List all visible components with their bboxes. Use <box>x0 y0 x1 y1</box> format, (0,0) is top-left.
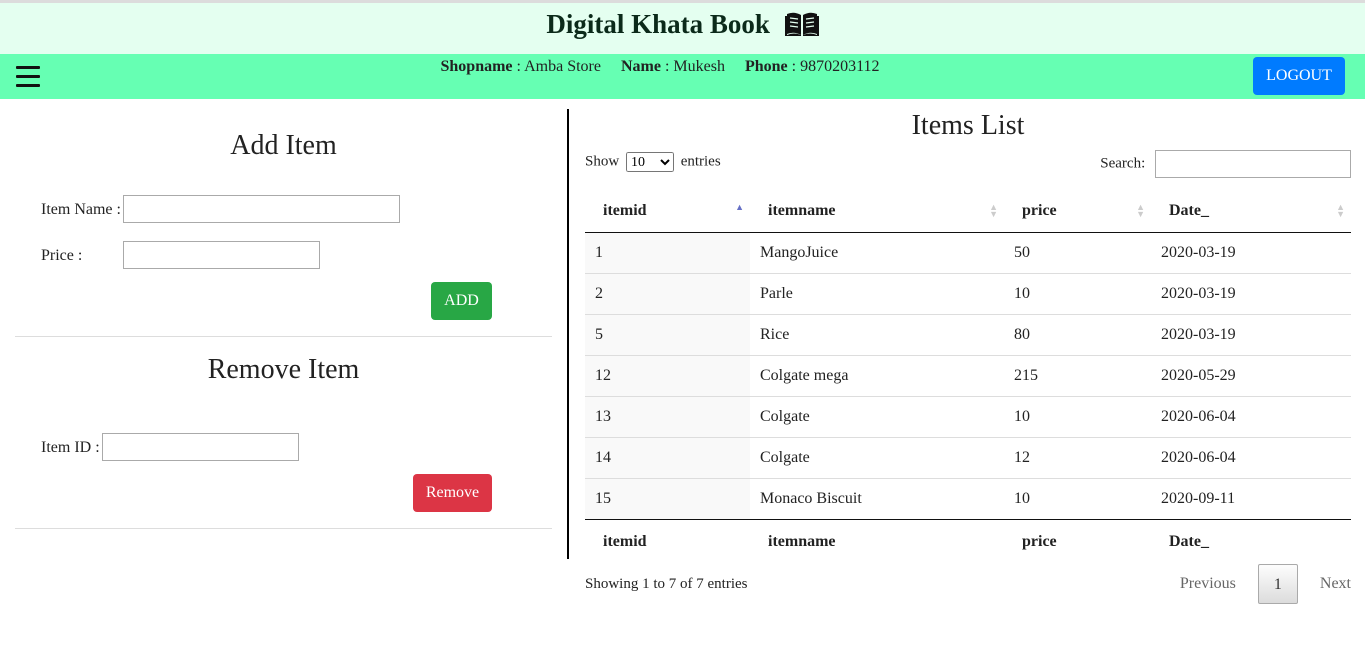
column-header-itemid[interactable]: itemid ▲ <box>585 190 750 233</box>
cell-price: 10 <box>1004 273 1151 315</box>
cell-date: 2020-06-04 <box>1151 396 1351 438</box>
cell-itemname: Monaco Biscuit <box>760 490 862 507</box>
price-label: Price : <box>41 247 83 264</box>
phone-label: Phone <box>744 58 788 75</box>
add-button[interactable]: ADD <box>431 282 492 320</box>
pagination: Previous 1 Next <box>1162 564 1351 604</box>
panel-divider <box>567 109 569 559</box>
cell-price: 50 <box>1004 232 1151 274</box>
next-button[interactable]: Next <box>1302 575 1351 593</box>
table-info: Showing 1 to 7 of 7 entries <box>585 576 748 592</box>
cell-itemid: 1 <box>585 232 750 274</box>
cell-itemname: Colgate <box>750 437 1004 479</box>
cell-itemname: Colgate mega <box>750 355 1004 397</box>
cell-itemid: 15 <box>585 478 750 520</box>
search-label: Search: <box>1100 155 1146 172</box>
footer-itemid: itemid <box>585 519 750 564</box>
cell-itemname: Colgate <box>750 396 1004 438</box>
cell-date: 2020-06-04 <box>1151 437 1351 479</box>
name-value: Mukesh <box>673 58 725 75</box>
previous-button[interactable]: Previous <box>1162 575 1254 593</box>
shopname-value: Amba Store <box>524 58 601 75</box>
item-id-input[interactable] <box>102 433 299 461</box>
phone-value: 9870203112 <box>800 58 880 75</box>
sort-icon: ▲ ▼ <box>989 202 998 219</box>
right-panel: Items List Show 10 entries Search: itemi… <box>585 110 1351 650</box>
sort-icon: ▲ ▼ <box>1336 202 1345 219</box>
section-separator <box>15 336 552 337</box>
navbar: Shopname : Amba Store Name : Mukesh Phon… <box>0 54 1365 99</box>
cell-date: 2020-03-19 <box>1151 314 1351 356</box>
page-button-current[interactable]: 1 <box>1257 564 1298 604</box>
table-row: 14 Colgate 12 2020-06-04 <box>585 437 1351 479</box>
table-row: 13 Colgate 10 2020-06-04 <box>585 396 1351 438</box>
column-header-date[interactable]: Date_ ▲ ▼ <box>1151 190 1351 233</box>
table-row: 1 MangoJuice 50 2020-03-19 <box>585 232 1351 274</box>
cell-itemname: Parle <box>750 273 1004 315</box>
entries-select[interactable]: 10 <box>625 152 674 172</box>
entries-label: entries <box>680 153 721 170</box>
column-header-price[interactable]: price ▲ ▼ <box>1004 190 1151 233</box>
cell-itemid: 13 <box>585 396 750 438</box>
entries-length: Show 10 entries <box>585 152 721 172</box>
table-row: 5 Rice 80 2020-03-19 <box>585 314 1351 356</box>
table-row: 12 Colgate mega 215 2020-05-29 <box>585 355 1351 397</box>
shop-info: Shopname : Amba Store Name : Mukesh Phon… <box>440 58 880 75</box>
cell-itemname: Rice <box>750 314 1004 356</box>
footer-date: Date_ <box>1151 519 1351 564</box>
column-header-itemname[interactable]: itemname ▲ ▼ <box>750 190 1004 233</box>
cell-price: 215 <box>1004 355 1151 397</box>
search-box: Search: <box>1100 150 1351 178</box>
table-row: 2 Parle 10 2020-03-19 <box>585 273 1351 315</box>
cell-price: 10 <box>1004 396 1151 438</box>
items-list-title: Items List <box>911 110 1025 141</box>
open-book-icon <box>784 12 819 36</box>
item-id-label: Item ID : <box>41 439 100 456</box>
cell-itemid: 14 <box>585 437 750 479</box>
footer-price: price <box>1004 519 1151 564</box>
table-header-row: itemid ▲ itemname ▲ ▼ price ▲ ▼ Date_ ▲ ▼ <box>585 190 1351 233</box>
cell-price: 80 <box>1004 314 1151 356</box>
cell-itemid: 5 <box>585 314 750 356</box>
section-separator <box>15 528 552 529</box>
cell-itemname: MangoJuice <box>750 232 1004 274</box>
shopname-label: Shopname <box>440 58 513 75</box>
price-input[interactable] <box>123 241 320 269</box>
cell-date: 2020-03-19 <box>1151 273 1351 315</box>
add-item-title: Add Item <box>230 130 337 161</box>
cell-price: 10 <box>1014 490 1030 507</box>
cell-itemid: 12 <box>585 355 750 397</box>
table-footer-row: itemid itemname price Date_ <box>585 519 1351 564</box>
search-input[interactable] <box>1155 150 1351 178</box>
remove-button[interactable]: Remove <box>413 474 492 512</box>
app-title: Digital Khata Book <box>546 9 819 40</box>
logout-button[interactable]: LOGOUT <box>1253 57 1345 95</box>
cell-date: 2020-05-29 <box>1151 355 1351 397</box>
cell-price: 12 <box>1004 437 1151 479</box>
table-row: 15 Monaco Biscuit 10 2020-09-11 <box>585 478 1351 520</box>
sort-icon: ▲ ▼ <box>1136 202 1145 219</box>
cell-itemid: 2 <box>585 273 750 315</box>
item-name-label: Item Name : <box>41 201 121 218</box>
remove-item-title: Remove Item <box>207 354 360 385</box>
app-title-text: Digital Khata Book <box>546 9 770 39</box>
app-header: Digital Khata Book <box>0 3 1365 54</box>
sort-asc-icon: ▲ <box>735 202 744 212</box>
item-name-input[interactable] <box>123 195 400 223</box>
name-label: Name <box>620 58 661 75</box>
cell-date: 2020-03-19 <box>1151 232 1351 274</box>
items-table: itemid ▲ itemname ▲ ▼ price ▲ ▼ Date_ ▲ ▼ 1 Man… <box>585 190 1351 564</box>
footer-itemname: itemname <box>750 519 1004 564</box>
cell-date: 2020-09-11 <box>1161 490 1236 507</box>
show-label: Show <box>585 153 620 170</box>
